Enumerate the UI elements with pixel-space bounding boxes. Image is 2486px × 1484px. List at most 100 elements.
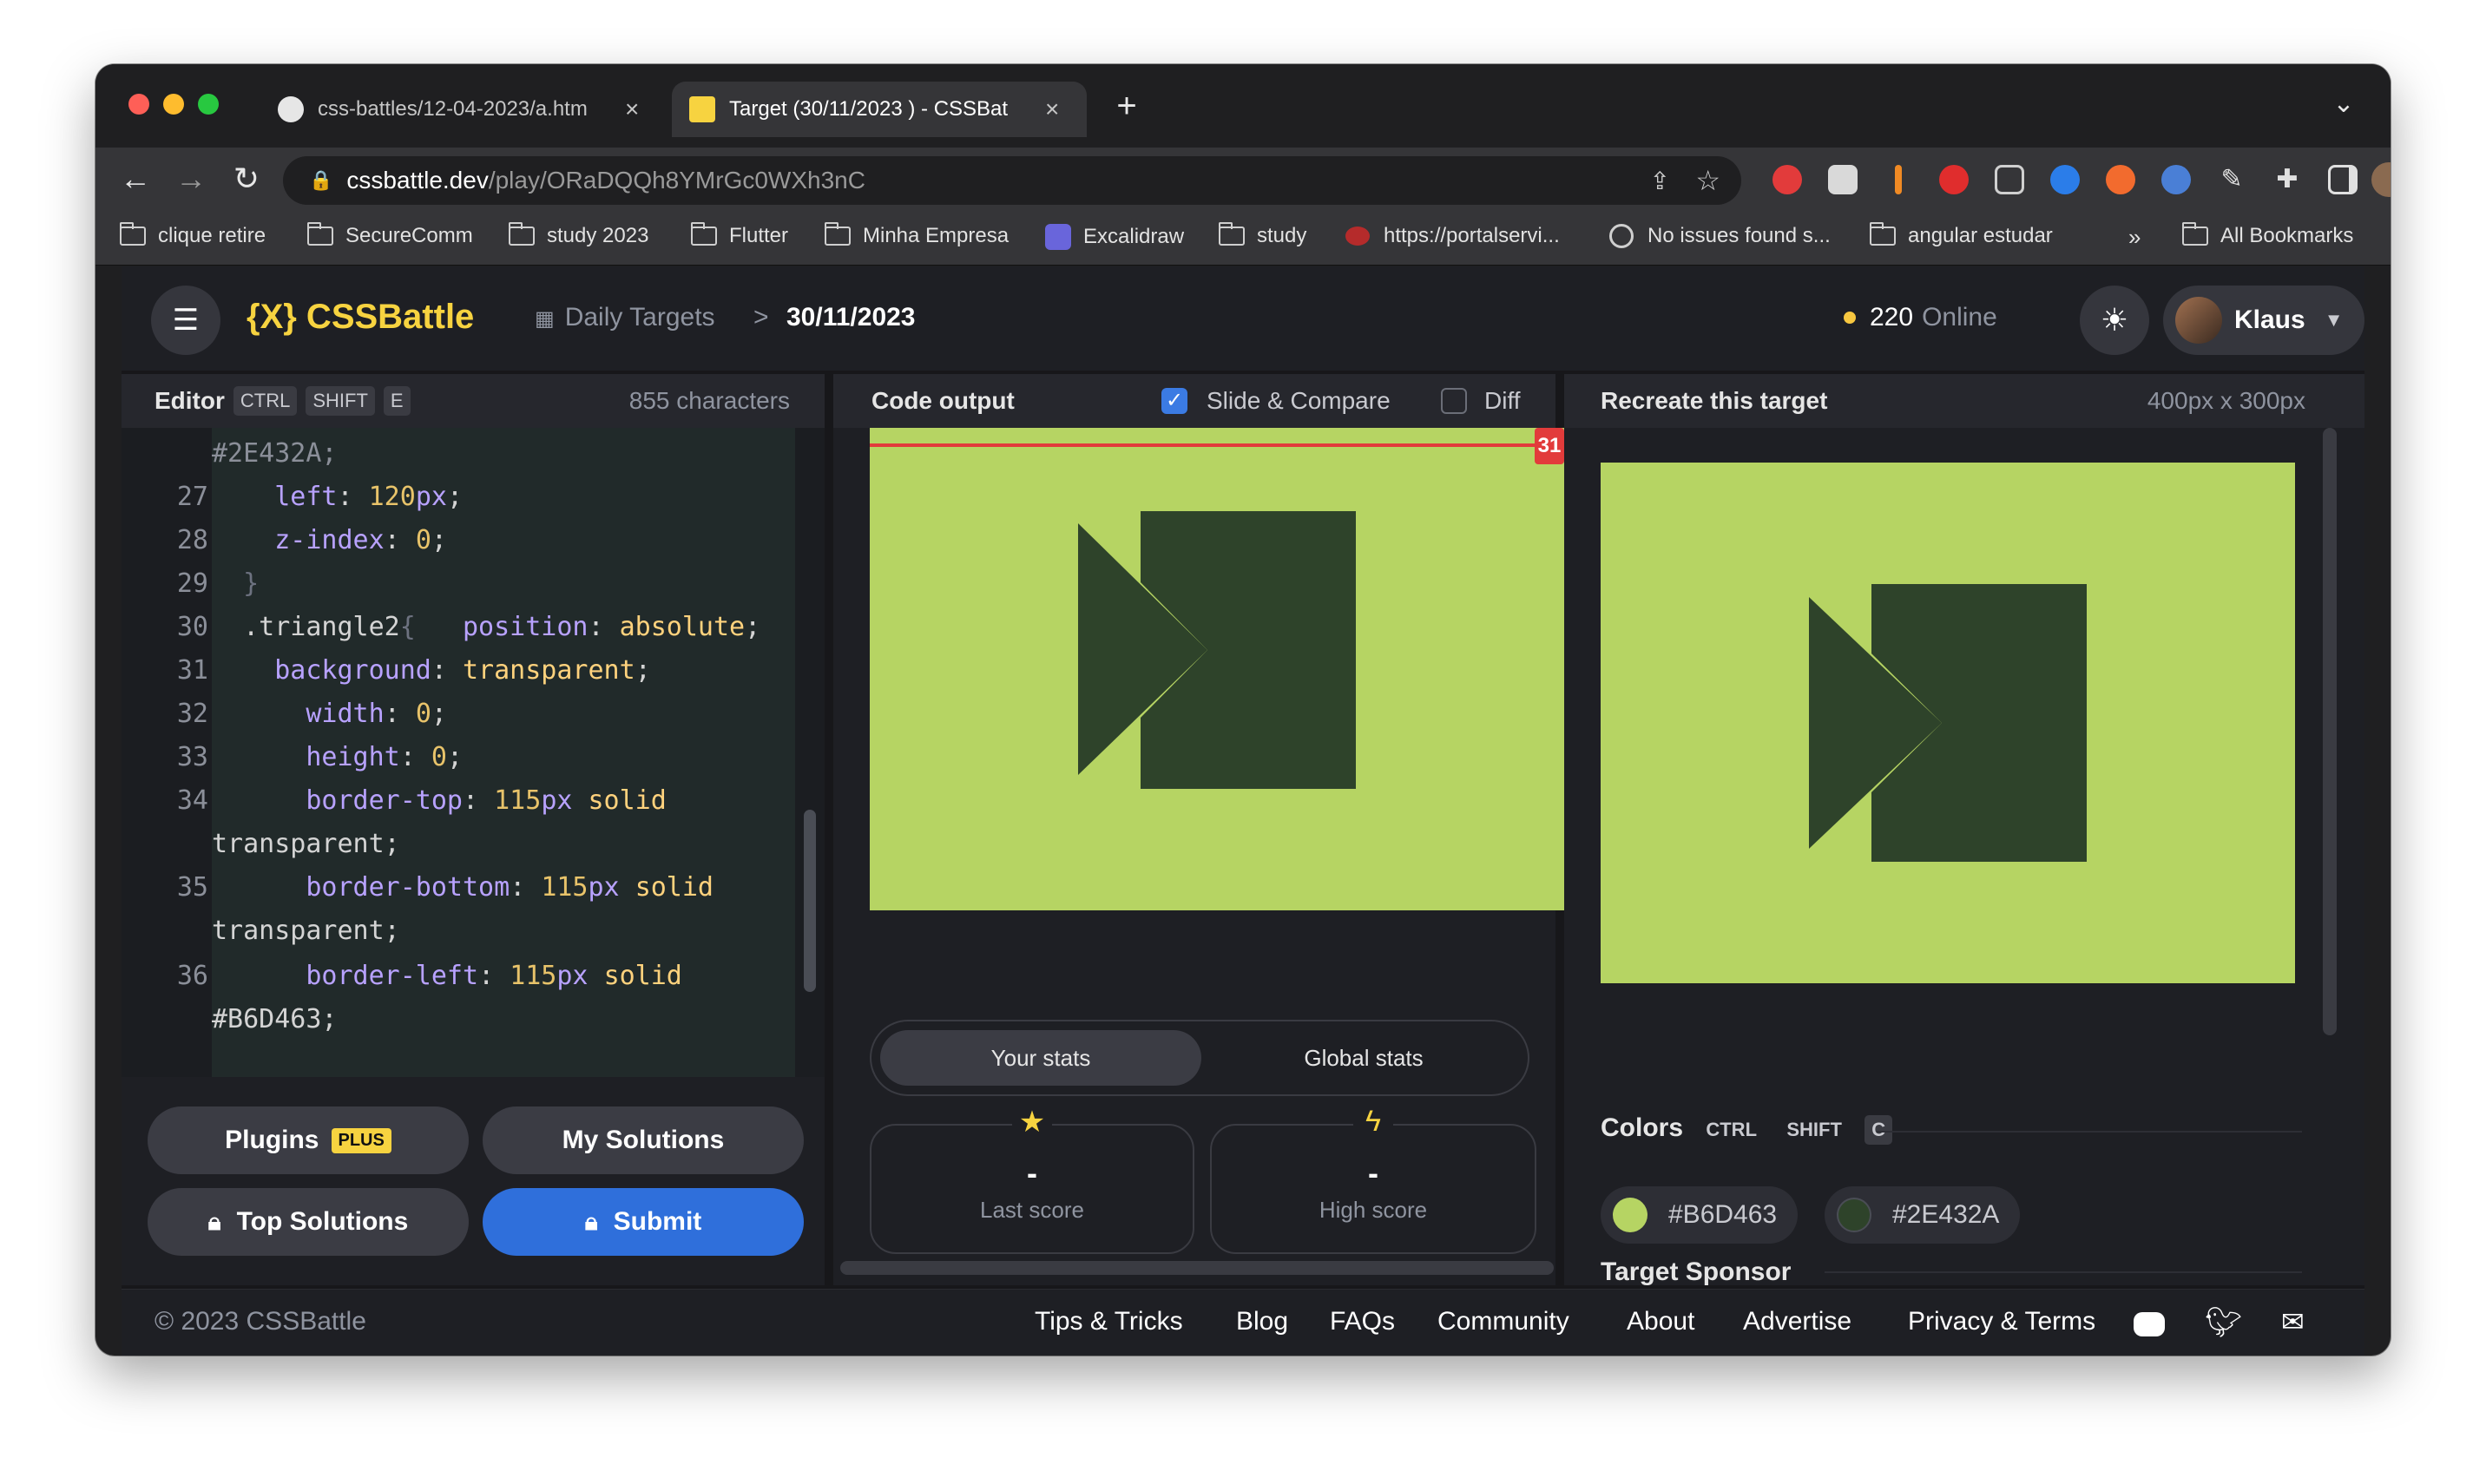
chevron-right-icon: > xyxy=(753,303,769,332)
folder-icon xyxy=(1219,222,1245,246)
bookmark-item[interactable]: SecureComm xyxy=(307,222,473,248)
extension-icon[interactable] xyxy=(2161,165,2191,194)
plugins-button[interactable]: Plugins PLUS xyxy=(148,1106,469,1174)
close-window-button[interactable] xyxy=(128,94,149,115)
twitter-icon[interactable]: 🐦︎ xyxy=(2205,1305,2242,1340)
extension-icon[interactable] xyxy=(1939,165,1969,194)
online-status: 220 Online xyxy=(1844,303,1997,332)
footer-link-blog[interactable]: Blog xyxy=(1236,1307,1288,1336)
close-icon[interactable]: × xyxy=(625,95,639,123)
lock-icon: 🔒︎ xyxy=(207,1207,221,1235)
star-icon: ★ xyxy=(1012,1105,1052,1139)
bookmark-item[interactable]: Minha Empresa xyxy=(825,222,1009,248)
output-render[interactable]: 31 xyxy=(870,428,1564,910)
bookmark-star-icon[interactable]: ☆ xyxy=(1695,164,1720,197)
share-icon[interactable]: ⇪ xyxy=(1650,167,1670,195)
tab-search-button[interactable]: ⌄ xyxy=(2325,85,2363,123)
new-tab-button[interactable]: + xyxy=(1108,87,1146,125)
footer-link-faqs[interactable]: FAQs xyxy=(1330,1307,1395,1336)
zoom-window-button[interactable] xyxy=(198,94,219,115)
footer-link-privacy[interactable]: Privacy & Terms xyxy=(1908,1307,2095,1336)
bookmark-item[interactable]: Flutter xyxy=(691,222,788,248)
extension-icon[interactable] xyxy=(1828,165,1858,194)
bookmark-item[interactable]: study xyxy=(1219,222,1306,248)
color-chip-light[interactable]: #B6D463 xyxy=(1601,1186,1799,1244)
lightning-icon: ϟ xyxy=(1353,1105,1393,1139)
footer-link-advertise[interactable]: Advertise xyxy=(1743,1307,1851,1336)
cssbattle-logo[interactable]: {X} CSSBattle xyxy=(247,298,474,337)
breadcrumb-daily-targets[interactable]: ▦ Daily Targets xyxy=(535,303,715,332)
bookmarks-bar: clique retire SecureComm study 2023 Flut… xyxy=(95,212,2391,266)
bookmark-item[interactable]: clique retire xyxy=(120,222,266,248)
mail-icon[interactable]: ✉ xyxy=(2281,1305,2305,1338)
character-count: 855 characters xyxy=(628,387,790,414)
footer-link-community[interactable]: Community xyxy=(1437,1307,1569,1336)
folder-icon xyxy=(825,222,851,246)
lock-icon: 🔒︎ xyxy=(584,1207,598,1235)
extensions-puzzle-icon[interactable]: ✚ xyxy=(2272,165,2302,194)
plugins-label: Plugins xyxy=(225,1126,319,1154)
tab-github[interactable]: css-battles/12-04-2023/a.htm × xyxy=(260,82,661,137)
bookmark-item[interactable]: Excalidraw xyxy=(1045,224,1184,250)
output-title: Code output xyxy=(871,387,1015,414)
folder-icon xyxy=(509,222,535,246)
eyedropper-icon[interactable]: ✎ xyxy=(2217,165,2246,194)
code-line: height: 0; xyxy=(306,742,463,772)
bookmark-label: SecureComm xyxy=(345,224,473,247)
tab-title: Target (30/11/2023 ) - CSSBat xyxy=(729,97,1009,121)
tab-global-stats[interactable]: Global stats xyxy=(1205,1030,1523,1086)
extension-icon[interactable] xyxy=(2106,165,2135,194)
output-horizontal-scrollbar[interactable] xyxy=(840,1261,1554,1275)
forward-icon[interactable]: → xyxy=(172,160,210,198)
line-number: 33 xyxy=(176,742,208,772)
my-solutions-button[interactable]: My Solutions xyxy=(483,1106,804,1174)
compare-slider-line[interactable] xyxy=(870,443,1564,447)
menu-icon[interactable]: ☰ xyxy=(151,286,220,355)
bookmark-label: All Bookmarks xyxy=(2220,224,2354,247)
profile-avatar[interactable] xyxy=(2371,162,2391,197)
code-line: border-top: 115px solid xyxy=(306,785,667,816)
sun-icon[interactable]: ☀ xyxy=(2080,286,2149,355)
bookmark-item[interactable]: No issues found s... xyxy=(1609,224,1831,248)
reload-icon[interactable]: ↻ xyxy=(227,160,266,198)
line-number: 32 xyxy=(176,699,208,729)
minimize-window-button[interactable] xyxy=(163,94,184,115)
diff-checkbox[interactable] xyxy=(1441,388,1467,414)
top-solutions-button[interactable]: 🔒︎ Top Solutions xyxy=(148,1188,469,1256)
back-icon[interactable]: ← xyxy=(116,160,155,198)
url-host: cssbattle.dev xyxy=(346,167,489,194)
line-number: 31 xyxy=(176,655,208,686)
diff-label: Diff xyxy=(1484,387,1521,414)
bookmark-item[interactable]: angular estudar xyxy=(1870,222,2053,248)
address-bar[interactable]: 🔒 cssbattle.dev /play/ORaDQQh8YMrGc0WXh3… xyxy=(283,156,1741,205)
footer-link-tips[interactable]: Tips & Tricks xyxy=(1035,1307,1183,1336)
stats-tabs: Your stats Global stats xyxy=(870,1020,1529,1096)
footer-link-about[interactable]: About xyxy=(1627,1307,1694,1336)
color-chip-dark[interactable]: #2E432A xyxy=(1825,1186,2021,1244)
user-menu[interactable]: Klaus ▼ xyxy=(2163,286,2364,355)
editor-scrollbar[interactable] xyxy=(804,810,816,992)
submit-button[interactable]: 🔒︎ Submit xyxy=(483,1188,804,1256)
lock-icon: 🔒 xyxy=(309,169,333,191)
top-solutions-label: Top Solutions xyxy=(236,1207,409,1236)
side-panel-icon[interactable] xyxy=(2328,165,2358,194)
plus-badge: PLUS xyxy=(331,1127,391,1153)
discord-icon[interactable] xyxy=(2134,1312,2165,1336)
extension-icon[interactable] xyxy=(2050,165,2080,194)
bookmark-item[interactable]: https://portalservi... xyxy=(1345,224,1560,248)
slide-compare-checkbox[interactable]: ✓ xyxy=(1161,388,1187,414)
bookmark-item[interactable]: study 2023 xyxy=(509,222,648,248)
portal-icon xyxy=(1345,227,1370,246)
line-number: 28 xyxy=(176,525,208,555)
extension-icon[interactable] xyxy=(1895,165,1902,194)
extension-icon[interactable] xyxy=(1772,165,1802,194)
close-icon[interactable]: × xyxy=(1045,95,1059,123)
target-scrollbar[interactable] xyxy=(2323,428,2337,1035)
code-editor[interactable]: #2E432A; 27 left: 120px; 28 z-index: 0; … xyxy=(122,428,825,1077)
tab-cssbattle[interactable]: Target (30/11/2023 ) - CSSBat × xyxy=(672,82,1087,137)
more-bookmarks-button[interactable]: » xyxy=(2128,224,2141,251)
extension-icon[interactable] xyxy=(1995,165,2024,194)
breadcrumb-label: Daily Targets xyxy=(564,303,715,332)
tab-your-stats[interactable]: Your stats xyxy=(880,1030,1201,1086)
all-bookmarks[interactable]: All Bookmarks xyxy=(2182,222,2354,248)
